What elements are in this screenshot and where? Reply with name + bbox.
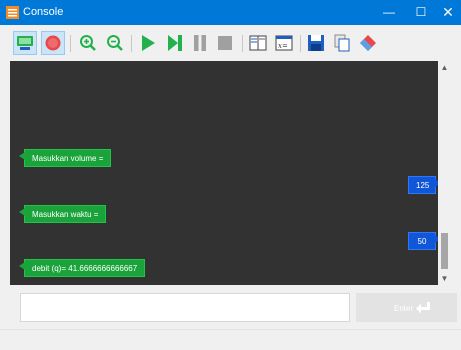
stop-icon	[218, 36, 232, 50]
save-button[interactable]	[304, 31, 328, 55]
toolbar-separator	[131, 35, 132, 52]
zoom-in-icon	[80, 35, 96, 51]
status-bar	[0, 329, 461, 350]
close-button[interactable]: ✕	[430, 0, 461, 25]
enter-button-label: Enter	[394, 304, 414, 313]
variables-button[interactable]: x=	[272, 31, 296, 55]
copy-button[interactable]	[330, 31, 354, 55]
step-button[interactable]	[163, 31, 187, 55]
vertical-scrollbar[interactable]: ▲ ▼	[438, 61, 451, 285]
input-row: Enter	[0, 285, 461, 326]
pause-icon	[194, 35, 206, 51]
window-title: Console	[23, 6, 64, 18]
toolbar-separator	[242, 35, 243, 52]
console-view-button[interactable]	[13, 31, 37, 55]
split-view-button[interactable]	[246, 31, 270, 55]
console-message: 125	[408, 176, 441, 194]
minimize-button[interactable]: —	[371, 0, 407, 25]
console-app-icon	[6, 6, 19, 19]
scroll-up-icon[interactable]: ▲	[438, 61, 451, 74]
pause-button[interactable]	[188, 31, 212, 55]
save-icon	[308, 35, 324, 51]
console-input[interactable]	[20, 293, 350, 322]
toolbar-separator	[70, 35, 71, 52]
console-message: 50	[408, 232, 441, 250]
zoom-in-button[interactable]	[76, 31, 100, 55]
console-message: Masukkan volume =	[18, 149, 112, 167]
scroll-thumb[interactable]	[441, 233, 448, 269]
toolbar-separator	[300, 35, 301, 52]
variables-icon: x=	[275, 35, 293, 51]
zoom-out-icon	[107, 35, 123, 51]
console-view-icon	[17, 36, 33, 50]
console-message: Masukkan waktu =	[18, 205, 107, 223]
record-icon	[45, 35, 61, 51]
title-bar: Console — ☐ ✕	[0, 0, 461, 25]
toolbar: x=	[0, 25, 461, 61]
enter-arrow-icon	[416, 302, 430, 314]
stop-button[interactable]	[213, 31, 237, 55]
enter-button[interactable]: Enter	[356, 293, 457, 322]
run-button[interactable]	[136, 31, 160, 55]
console-message: debit (q)= 41.6666666666667	[18, 259, 146, 277]
eraser-icon	[360, 35, 376, 51]
clear-button[interactable]	[356, 31, 380, 55]
play-icon	[142, 35, 155, 51]
copy-icon	[334, 34, 350, 52]
step-icon	[168, 35, 182, 51]
scroll-down-icon[interactable]: ▼	[438, 272, 451, 285]
zoom-out-button[interactable]	[103, 31, 127, 55]
split-view-icon	[249, 35, 267, 51]
record-button[interactable]	[41, 31, 65, 55]
console-output: Masukkan volume = 125 Masukkan waktu = 5…	[10, 61, 451, 285]
svg-text:x=: x=	[278, 42, 288, 50]
